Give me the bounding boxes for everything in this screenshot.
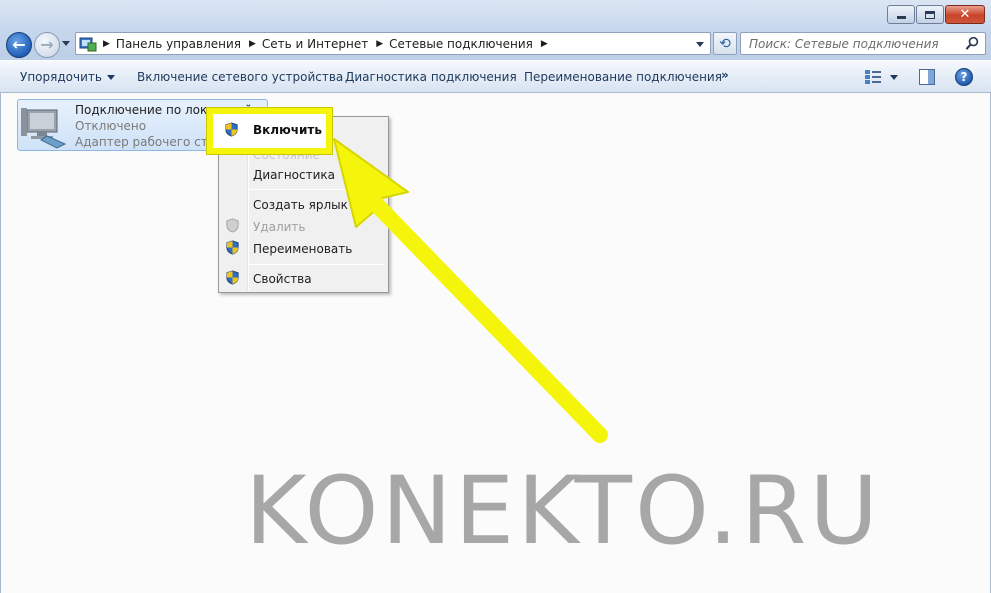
watermark: KONEKTO.RU — [245, 457, 882, 566]
